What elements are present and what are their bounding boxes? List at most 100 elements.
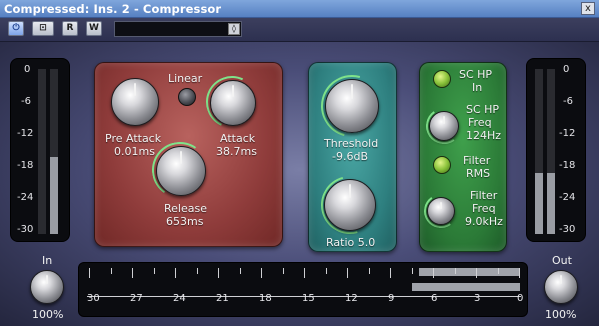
gain-reduction-scale-label: 3	[474, 293, 481, 304]
power-button[interactable]: ⏻	[8, 21, 24, 36]
output-meter-right-channel	[547, 69, 555, 234]
attack-label: Attack	[220, 132, 256, 145]
input-scale-30: -30	[17, 224, 34, 235]
gain-reduction-tick	[476, 268, 477, 278]
output-meter: 0 -6 -12 -18 -24 -30	[526, 58, 586, 242]
bypass-button[interactable]: ⊡	[32, 21, 54, 36]
sc-hp-freq-label-1: SC HP	[466, 103, 500, 116]
gain-reduction-tick	[175, 268, 176, 278]
gain-reduction-minor-tick	[497, 268, 499, 274]
gain-reduction-scale-label: 18	[259, 293, 272, 304]
gain-reduction-minor-tick	[325, 268, 327, 274]
output-scale-30: -30	[559, 224, 576, 235]
gain-reduction-meter: 30 27 24 21 18 15 12 9 6 3 0	[78, 262, 528, 317]
in-value: 100%	[32, 308, 64, 321]
preset-dropdown-icon[interactable]: ◊	[228, 23, 240, 35]
gain-reduction-scale-label: 0	[517, 293, 524, 304]
preset-selector[interactable]: ◊	[114, 21, 242, 37]
input-scale-18: -18	[17, 160, 34, 171]
sc-hp-in-switch[interactable]	[433, 70, 451, 88]
output-scale-24: -24	[559, 192, 576, 203]
filter-freq-value: 9.0kHz	[465, 215, 503, 228]
ratio-label: Ratio 5.0	[326, 236, 376, 249]
input-scale-12: -12	[17, 128, 34, 139]
gain-reduction-scale-label: 21	[216, 293, 229, 304]
gain-reduction-scale-label: 27	[130, 293, 143, 304]
threshold-label: Threshold	[324, 137, 379, 150]
gain-reduction-minor-tick	[110, 268, 112, 274]
bypass-icon: ⊡	[39, 23, 47, 33]
sc-hp-freq-value: 124Hz	[466, 129, 502, 142]
pre-attack-knob[interactable]	[111, 78, 159, 126]
threshold-knob[interactable]	[325, 79, 379, 133]
filter-freq-knob[interactable]	[427, 197, 455, 225]
gain-reduction-minor-tick	[153, 268, 155, 274]
gain-reduction-minor-tick	[368, 268, 370, 274]
gain-reduction-scale-label: 6	[431, 293, 438, 304]
output-scale-0: 0	[563, 64, 570, 75]
filter-freq-label-1: Filter	[470, 189, 498, 202]
gain-reduction-minor-tick	[239, 268, 241, 274]
output-scale-18: -18	[559, 160, 576, 171]
gain-reduction-scale-label: 30	[87, 293, 100, 304]
output-meter-right-level	[547, 173, 555, 234]
power-icon: ⏻	[12, 23, 20, 33]
out-value: 100%	[545, 308, 577, 321]
sc-hp-freq-knob[interactable]	[429, 111, 459, 141]
gain-reduction-tick	[390, 268, 391, 278]
input-scale-0: 0	[24, 64, 31, 75]
ratio-knob[interactable]	[324, 179, 376, 231]
out-label: Out	[552, 254, 572, 267]
gain-reduction-minor-tick	[282, 268, 284, 274]
input-meter-left-channel	[38, 69, 46, 234]
input-scale-24: -24	[17, 192, 34, 203]
sc-hp-in-label-1: SC HP	[459, 68, 493, 81]
gain-reduction-tick	[132, 268, 133, 278]
gain-reduction-tick	[261, 268, 262, 278]
filter-freq-label-2: Freq	[472, 202, 496, 215]
input-meter-level	[50, 157, 58, 234]
gain-reduction-scale-label: 24	[173, 293, 186, 304]
attack-knob[interactable]	[210, 80, 256, 126]
sc-hp-freq-label-2: Freq	[468, 116, 492, 129]
gain-reduction-level-1	[419, 268, 520, 276]
title-bar: Compressed: Ins. 2 - Compressor x	[0, 0, 599, 18]
gain-reduction-scale-label: 12	[345, 293, 358, 304]
gain-reduction-scale-label: 15	[302, 293, 315, 304]
output-scale-6: -6	[563, 96, 573, 107]
pre-attack-value: 0.01ms	[114, 145, 155, 158]
filter-rms-label-2: RMS	[466, 167, 491, 180]
gain-reduction-tick	[304, 268, 305, 278]
output-gain-knob[interactable]	[544, 270, 578, 304]
in-label: In	[42, 254, 53, 267]
input-meter: 0 -6 -12 -18 -24 -30	[10, 58, 70, 242]
gain-reduction-scale-label: 9	[388, 293, 395, 304]
filter-rms-switch[interactable]	[433, 156, 451, 174]
filter-rms-label-1: Filter	[463, 154, 491, 167]
sc-hp-in-label-2: In	[472, 81, 483, 94]
close-icon: x	[585, 3, 591, 14]
gain-reduction-tick	[347, 268, 348, 278]
gain-reduction-tick	[89, 268, 90, 278]
plugin-toolbar: ⏻ ⊡ R W ◊	[0, 18, 599, 42]
write-automation-button[interactable]: W	[86, 21, 102, 36]
output-meter-left-level	[535, 173, 543, 234]
gain-reduction-level-2	[412, 283, 520, 291]
linear-switch[interactable]	[178, 88, 196, 106]
input-meter-right-channel	[50, 69, 58, 234]
gain-reduction-tick	[433, 268, 434, 278]
output-meter-left-channel	[535, 69, 543, 234]
read-automation-button[interactable]: R	[62, 21, 78, 36]
release-label: Release	[164, 202, 207, 215]
output-scale-12: -12	[559, 128, 576, 139]
input-gain-knob[interactable]	[30, 270, 64, 304]
gain-reduction-tick	[519, 268, 520, 278]
gain-reduction-tick	[218, 268, 219, 278]
close-button[interactable]: x	[581, 2, 595, 15]
threshold-value: -9.6dB	[332, 150, 368, 163]
release-knob[interactable]	[156, 146, 206, 196]
attack-value: 38.7ms	[216, 145, 257, 158]
input-scale-6: -6	[21, 96, 31, 107]
release-value: 653ms	[166, 215, 204, 228]
pre-attack-label: Pre Attack	[105, 132, 162, 145]
